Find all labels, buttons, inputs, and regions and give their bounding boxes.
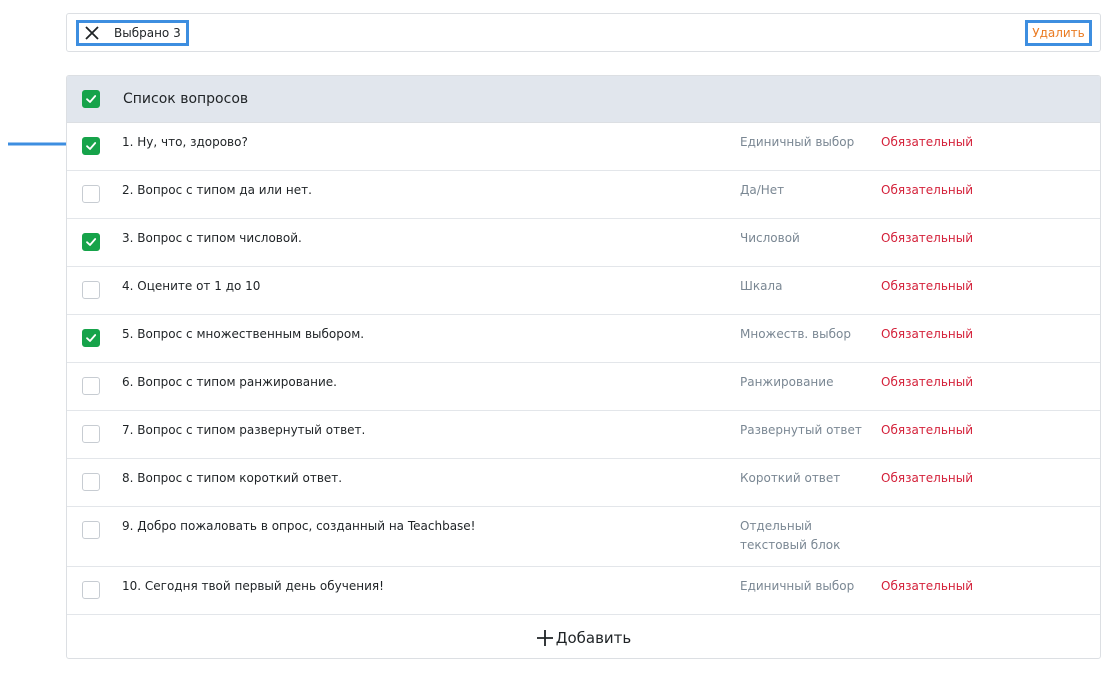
- question-row[interactable]: 4. Оцените от 1 до 10 Шкала Обязательный: [67, 267, 1100, 315]
- delete-button-frame: Удалить: [1025, 20, 1092, 46]
- question-checkbox[interactable]: [82, 137, 100, 155]
- question-text: 10. Сегодня твой первый день обучения!: [122, 579, 384, 593]
- page: Выбрано 3 Удалить Список вопросов 1. Ну,…: [0, 0, 1113, 673]
- question-required: Обязательный: [881, 327, 974, 341]
- question-text: 3. Вопрос с типом числовой.: [122, 231, 302, 245]
- question-type: Единичный выбор: [740, 579, 855, 593]
- question-type: Шкала: [740, 279, 783, 293]
- question-required: Обязательный: [881, 231, 974, 245]
- question-row[interactable]: 6. Вопрос с типом ранжирование. Ранжирова…: [67, 363, 1100, 411]
- question-type: Единичный выбор: [740, 135, 855, 149]
- question-row[interactable]: 2. Вопрос с типом да или нет. Да/Нет Обяза…: [67, 171, 1100, 219]
- question-text: 8. Вопрос с типом короткий ответ.: [122, 471, 343, 485]
- add-row: Добавить: [67, 615, 1100, 658]
- question-rows: 1. Ну, что, здорово? Единичный выбор Обяза…: [67, 123, 1100, 615]
- add-question-label: Добавить: [555, 629, 632, 647]
- question-checkbox[interactable]: [82, 281, 100, 299]
- check-icon: [86, 142, 97, 150]
- question-required: Обязательный: [881, 279, 974, 293]
- question-type: Короткий ответ: [740, 471, 841, 485]
- question-checkbox[interactable]: [82, 473, 100, 491]
- question-list: Список вопросов 1. Ну, что, здорово? Един…: [66, 75, 1101, 659]
- list-title: Список вопросов: [123, 91, 249, 107]
- question-checkbox[interactable]: [82, 581, 100, 599]
- question-row[interactable]: 10. Сегодня твой первый день обучения! Ед…: [67, 567, 1100, 615]
- question-checkbox[interactable]: [82, 233, 100, 251]
- question-text: 7. Вопрос с типом развернутый ответ.: [122, 423, 366, 437]
- check-icon: [86, 334, 97, 342]
- question-checkbox[interactable]: [82, 425, 100, 443]
- question-type: Развернутый ответ: [740, 423, 862, 437]
- question-required: Обязательный: [881, 183, 974, 197]
- question-row[interactable]: 9. Добро пожаловать в опрос, созданный н…: [67, 507, 1100, 567]
- question-required: Обязательный: [881, 579, 974, 593]
- add-question-button[interactable]: Добавить: [536, 629, 632, 647]
- list-header: Список вопросов: [67, 76, 1100, 123]
- question-text: 6. Вопрос с типом ранжирование.: [122, 375, 337, 389]
- question-row[interactable]: 8. Вопрос с типом короткий ответ. Коротки…: [67, 459, 1100, 507]
- question-text: 9. Добро пожаловать в опрос, созданный н…: [122, 519, 476, 533]
- selection-bar: Выбрано 3 Удалить: [66, 13, 1101, 52]
- question-row[interactable]: 5. Вопрос с множественным выбором. Множес…: [67, 315, 1100, 363]
- question-required: Обязательный: [881, 471, 974, 485]
- question-text: 2. Вопрос с типом да или нет.: [122, 183, 312, 197]
- question-checkbox[interactable]: [82, 521, 100, 539]
- question-row[interactable]: 7. Вопрос с типом развернутый ответ. Разв…: [67, 411, 1100, 459]
- question-type: Отдельный текстовый блок: [740, 519, 841, 552]
- question-checkbox[interactable]: [82, 185, 100, 203]
- question-text: 1. Ну, что, здорово?: [122, 135, 248, 149]
- question-required: Обязательный: [881, 135, 974, 149]
- selection-info: Выбрано 3: [76, 20, 189, 46]
- delete-button[interactable]: Удалить: [1032, 26, 1085, 40]
- plus-icon: [536, 630, 553, 646]
- question-required: Обязательный: [881, 375, 974, 389]
- question-type: Да/Нет: [740, 183, 785, 197]
- question-type: Числовой: [740, 231, 800, 245]
- question-text: 4. Оцените от 1 до 10: [122, 279, 261, 293]
- question-checkbox[interactable]: [82, 377, 100, 395]
- question-text: 5. Вопрос с множественным выбором.: [122, 327, 365, 341]
- question-type: Ранжирование: [740, 375, 834, 389]
- question-type: Множеств. выбор: [740, 327, 851, 341]
- selected-count-label: Выбрано 3: [114, 26, 181, 40]
- question-row[interactable]: 1. Ну, что, здорово? Единичный выбор Обяза…: [67, 123, 1100, 171]
- question-required: Обязательный: [881, 423, 974, 437]
- select-all-checkbox[interactable]: [82, 90, 100, 108]
- question-row[interactable]: 3. Вопрос с типом числовой. Числовой Обяза…: [67, 219, 1100, 267]
- close-icon[interactable]: [83, 24, 101, 42]
- check-icon: [86, 238, 97, 246]
- check-icon: [86, 95, 97, 103]
- question-checkbox[interactable]: [82, 329, 100, 347]
